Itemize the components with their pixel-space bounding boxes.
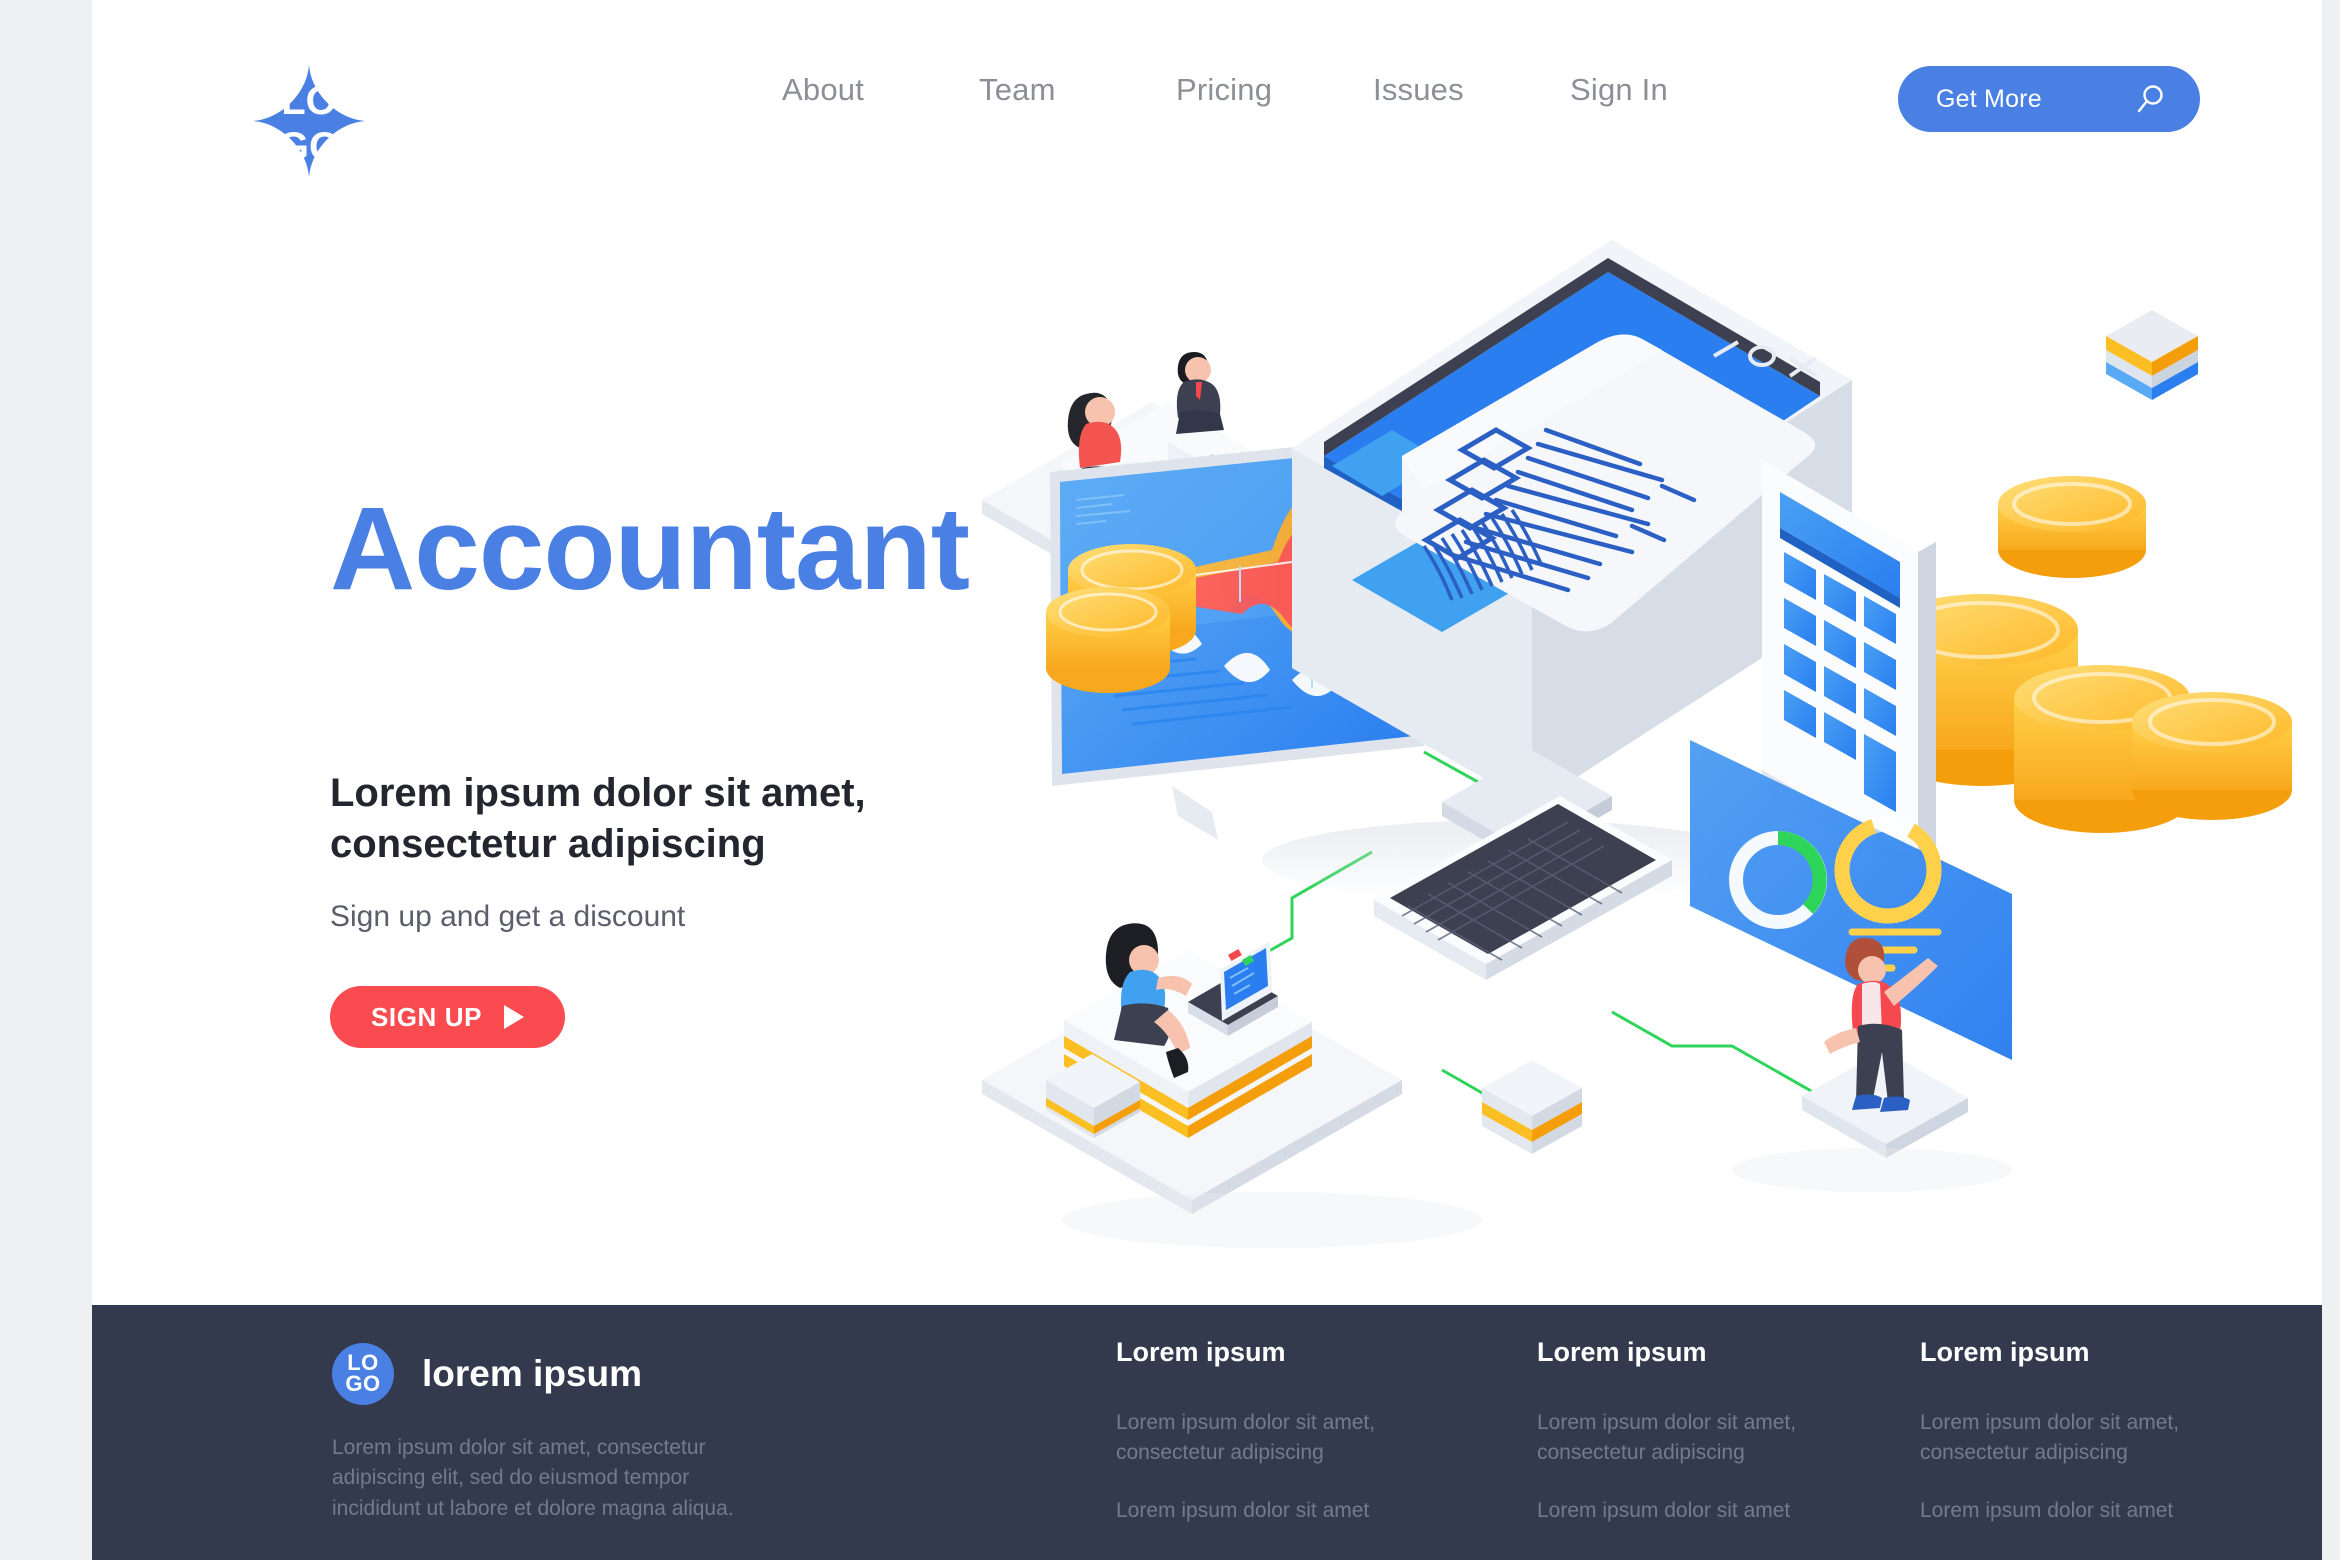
hero-tagline: Sign up and get a discount <box>330 900 686 934</box>
nav-item-about[interactable]: About <box>782 72 864 108</box>
search-icon[interactable] <box>2134 83 2166 115</box>
footer-column-2: Lorem ipsum Lorem ipsum dolor sit amet, … <box>1537 1337 1827 1553</box>
nav-slot-signin: Sign In <box>1570 72 1767 108</box>
get-more-button[interactable]: Get More <box>1898 66 2200 132</box>
deco-cube-top <box>2106 310 2198 400</box>
footer-link[interactable]: Lorem ipsum dolor sit amet, consectetur … <box>1116 1408 1406 1468</box>
landing-page: LO GO About Team Pricing Issues Sign In <box>92 0 2322 1560</box>
footer-logo-text: LO GO <box>332 1343 394 1405</box>
sign-up-label: SIGN UP <box>370 1001 483 1032</box>
nav-slot-pricing: Pricing <box>1176 72 1373 108</box>
footer-link[interactable]: Lorem ipsum dolor sit amet <box>1537 1496 1827 1526</box>
footer-column-1: Lorem ipsum Lorem ipsum dolor sit amet, … <box>1116 1337 1406 1553</box>
nav-item-pricing[interactable]: Pricing <box>1176 72 1272 108</box>
nav-item-team[interactable]: Team <box>979 72 1056 108</box>
nav-slot-team: Team <box>979 72 1176 108</box>
nav-item-issues[interactable]: Issues <box>1373 72 1464 108</box>
hero-section: Accountant Lorem ipsum dolor sit amet, c… <box>330 483 1030 1049</box>
nav-slot-about: About <box>782 72 979 108</box>
footer-link[interactable]: Lorem ipsum dolor sit amet <box>1116 1496 1406 1526</box>
footer-brand-name: lorem ipsum <box>422 1353 642 1394</box>
sign-up-button[interactable]: SIGN UP <box>330 986 565 1049</box>
hero-illustration <box>972 180 2312 1280</box>
hero-subtitle: Lorem ipsum dolor sit amet, consectetur … <box>330 771 866 867</box>
coin-pile-right <box>1886 476 2292 833</box>
footer-logo[interactable]: LO GO <box>332 1343 394 1405</box>
page-title: Accountant <box>330 483 970 615</box>
footer-column-3: Lorem ipsum Lorem ipsum dolor sit amet, … <box>1920 1337 2210 1553</box>
footer-link[interactable]: Lorem ipsum dolor sit amet, consectetur … <box>1920 1408 2210 1468</box>
footer-column-1-heading: Lorem ipsum <box>1116 1337 1286 1367</box>
footer-description: Lorem ipsum dolor sit amet, consectetur … <box>332 1436 734 1520</box>
footer-logo-text-bottom: GO <box>345 1371 381 1396</box>
get-more-label: Get More <box>1936 84 2042 113</box>
footer-column-3-heading: Lorem ipsum <box>1920 1337 2090 1367</box>
site-footer: LO GO lorem ipsum Lorem ipsum dolor sit … <box>92 1305 2322 1560</box>
main-nav: About Team Pricing Issues Sign In <box>782 72 1767 108</box>
footer-link[interactable]: Lorem ipsum dolor sit amet, consectetur … <box>1537 1408 1827 1468</box>
footer-link[interactable]: Lorem ipsum dolor sit amet <box>1920 1496 2210 1526</box>
site-header: LO GO About Team Pricing Issues Sign In <box>92 0 2322 210</box>
logo-text-bottom: GO <box>278 125 340 169</box>
nav-item-sign-in[interactable]: Sign In <box>1570 72 1668 108</box>
logo-text-top: LO <box>281 79 337 123</box>
footer-column-2-heading: Lorem ipsum <box>1537 1337 1707 1367</box>
nav-slot-issues: Issues <box>1373 72 1570 108</box>
footer-brand[interactable]: LO GO lorem ipsum <box>332 1343 642 1405</box>
person-man-suit <box>1176 352 1224 434</box>
logo[interactable]: LO GO <box>250 62 368 180</box>
play-icon <box>504 1005 525 1030</box>
scene-desk-woman <box>982 923 1402 1214</box>
deco-cube-bottom <box>1482 1060 1582 1154</box>
